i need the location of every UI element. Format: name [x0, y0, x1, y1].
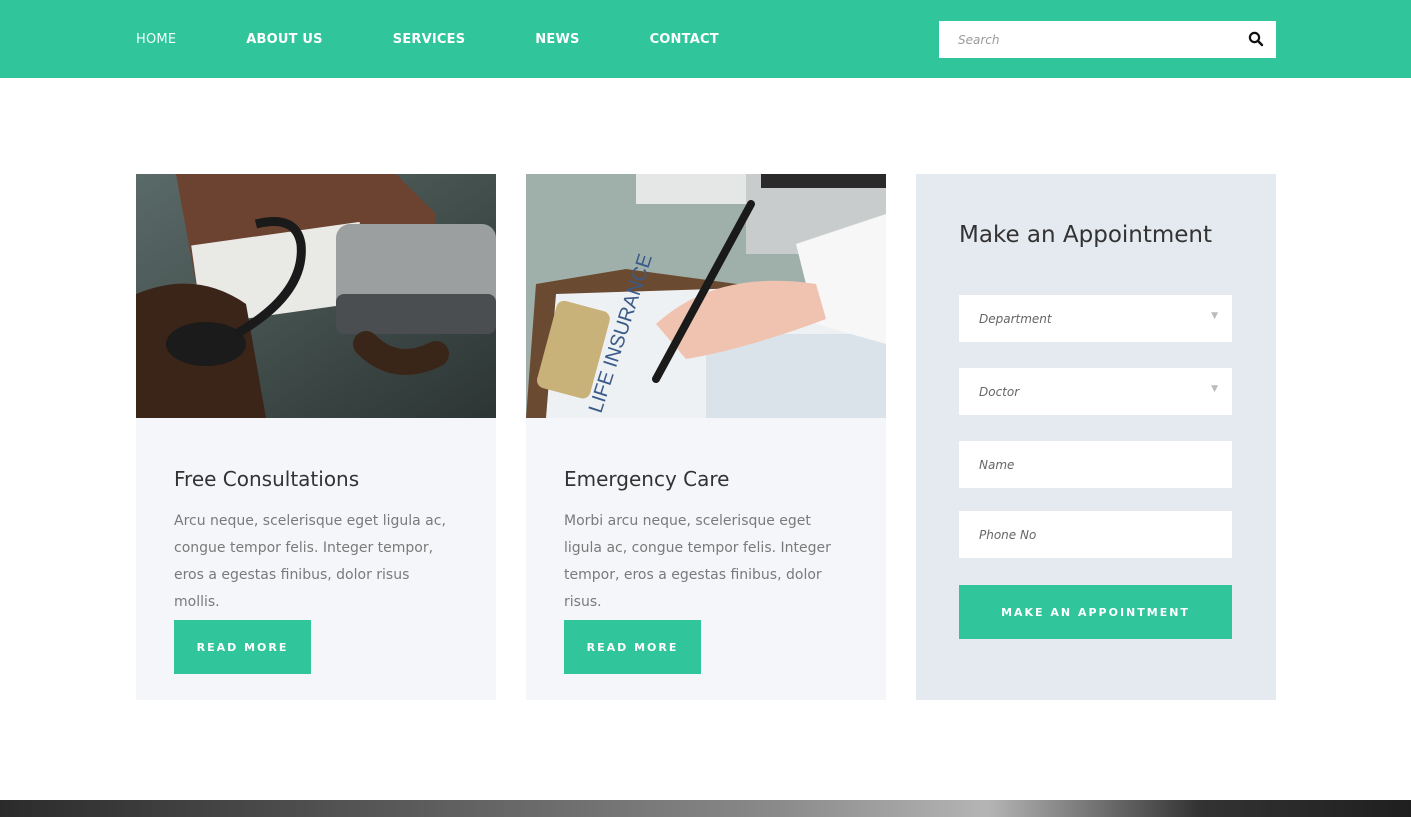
life-insurance-form-photo: LIFE INSURANCE: [526, 174, 886, 418]
card-description: Morbi arcu neque, scelerisque eget ligul…: [564, 513, 831, 610]
card-description: Arcu neque, scelerisque eget ligula ac, …: [174, 513, 446, 610]
appointment-panel: Make an Appointment Department ▼ Doctor …: [916, 174, 1276, 700]
doctor-placeholder: Doctor: [979, 384, 1020, 399]
appointment-title: Make an Appointment: [959, 222, 1213, 248]
read-more-button[interactable]: READ MORE: [174, 620, 311, 674]
make-appointment-button[interactable]: MAKE AN APPOINTMENT: [959, 585, 1232, 639]
bottom-banner-image: [0, 800, 1411, 817]
chevron-down-icon: ▼: [1211, 384, 1218, 394]
department-placeholder: Department: [979, 311, 1052, 326]
phone-placeholder: Phone No: [979, 527, 1037, 542]
chevron-down-icon: ▼: [1211, 311, 1218, 321]
service-card-emergency-care: LIFE INSURANCE Emergency Care Morbi arcu…: [526, 174, 886, 700]
search-input[interactable]: [939, 21, 1229, 58]
phone-field[interactable]: Phone No: [959, 511, 1232, 558]
card-body: Emergency Care Morbi arcu neque, sceleri…: [526, 418, 886, 674]
name-placeholder: Name: [979, 457, 1015, 472]
card-title: Emergency Care: [564, 467, 730, 491]
top-navigation-bar: HOME ABOUT US SERVICES NEWS CONTACT: [0, 0, 1411, 78]
name-field[interactable]: Name: [959, 441, 1232, 488]
nav-item-services[interactable]: SERVICES: [393, 32, 466, 47]
search-box: [939, 21, 1276, 58]
main-nav: HOME ABOUT US SERVICES NEWS CONTACT: [136, 0, 789, 78]
service-card-free-consultations: Free Consultations Arcu neque, scelerisq…: [136, 174, 496, 700]
read-more-button[interactable]: READ MORE: [564, 620, 701, 674]
blood-pressure-photo: [136, 174, 496, 418]
doctor-select[interactable]: Doctor ▼: [959, 368, 1232, 415]
nav-item-news[interactable]: NEWS: [535, 32, 579, 47]
department-select[interactable]: Department ▼: [959, 295, 1232, 342]
card-body: Free Consultations Arcu neque, scelerisq…: [136, 418, 496, 674]
nav-item-contact[interactable]: CONTACT: [650, 32, 719, 47]
nav-item-about-us[interactable]: ABOUT US: [246, 32, 323, 47]
nav-item-home[interactable]: HOME: [136, 32, 176, 47]
search-icon[interactable]: [1248, 31, 1264, 47]
card-title: Free Consultations: [174, 467, 360, 491]
